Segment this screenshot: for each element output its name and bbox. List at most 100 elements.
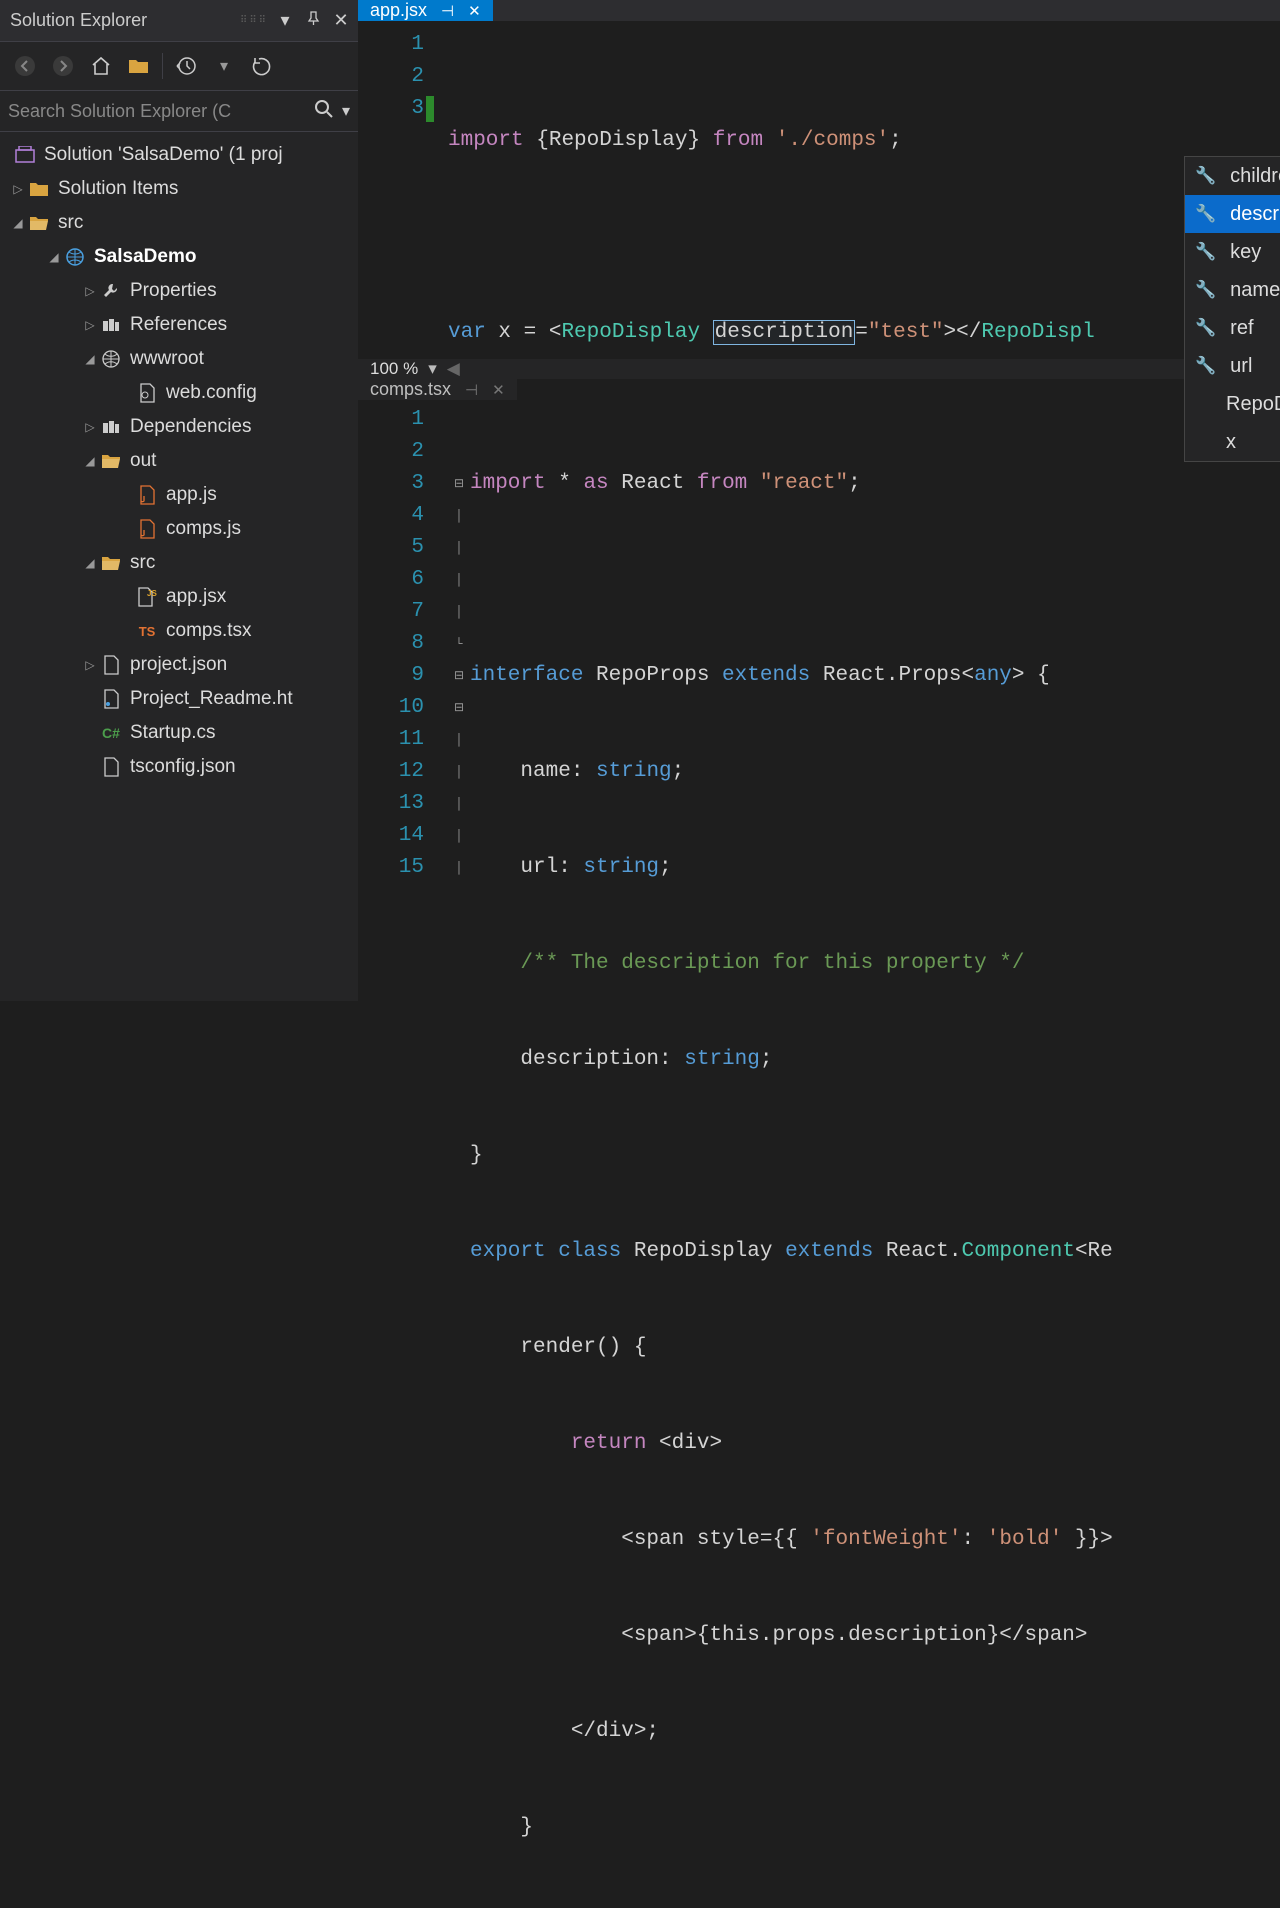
folder-icon <box>26 181 52 197</box>
collapse-arrow-icon[interactable]: ◢ <box>82 454 98 468</box>
csharp-file-icon: C# <box>98 725 124 741</box>
js-file-icon <box>134 485 160 505</box>
tree-item-src-folder[interactable]: ◢ src <box>0 546 358 580</box>
property-icon: 🔧 <box>1195 204 1216 224</box>
editor-appjsx[interactable]: 1 2 3 import {RepoDisplay} from './comps… <box>358 21 1280 359</box>
intellisense-item[interactable]: 🔧children <box>1185 157 1280 195</box>
tree-item-projectjson[interactable]: ▷ project.json <box>0 648 358 682</box>
tree-item-dependencies[interactable]: ▷ Dependencies <box>0 410 358 444</box>
editor-area: app.jsx ⊣ ✕ 1 2 3 import {RepoDisplay} f… <box>358 0 1280 1001</box>
tab-appjsx[interactable]: app.jsx ⊣ ✕ <box>358 0 493 21</box>
tree-item-src[interactable]: ◢ src <box>0 206 358 240</box>
jsx-file-icon: JS <box>134 587 160 607</box>
code-body[interactable]: import {RepoDisplay} from './comps'; var… <box>448 29 1280 359</box>
tree-item-appjs[interactable]: app.js <box>0 478 358 512</box>
tree-item-compsjs[interactable]: comps.js <box>0 512 358 546</box>
solution-root[interactable]: Solution 'SalsaDemo' (1 proj <box>0 138 358 172</box>
intellisense-popup: 🔧children 🔧description 🔧key 🔧name 🔧ref 🔧… <box>1184 156 1280 462</box>
history-icon[interactable] <box>171 51 201 81</box>
intellisense-item[interactable]: 🔧ref <box>1185 309 1280 347</box>
tree-item-webconfig[interactable]: web.config <box>0 376 358 410</box>
property-icon: 🔧 <box>1195 280 1216 300</box>
intellisense-item[interactable]: 🔧url <box>1185 347 1280 385</box>
code-body[interactable]: import * as React from "react"; interfac… <box>470 404 1280 1908</box>
solution-icon <box>12 146 38 164</box>
change-marker <box>426 96 434 122</box>
references-icon <box>98 419 124 435</box>
search-box: ▾ <box>0 90 358 132</box>
fold-minus-icon[interactable]: ⊟ <box>448 468 470 500</box>
caret-down-icon[interactable]: ▾ <box>209 51 239 81</box>
collapse-arrow-icon[interactable]: ◢ <box>46 250 62 264</box>
expand-arrow-icon[interactable]: ▷ <box>82 318 98 332</box>
tab-label: app.jsx <box>370 0 427 21</box>
search-dropdown-icon[interactable]: ▾ <box>342 101 350 121</box>
globe-icon <box>98 350 124 368</box>
zoom-level[interactable]: 100 % <box>370 359 418 379</box>
forward-button[interactable] <box>48 51 78 81</box>
editor-compstsx[interactable]: 1 2 3 4 5 6 7 8 9 10 11 12 13 14 15 ⊟ ││… <box>358 400 1280 1908</box>
pin-icon[interactable] <box>302 10 324 31</box>
property-icon: 🔧 <box>1195 242 1216 262</box>
json-file-icon <box>98 655 124 675</box>
collapse-arrow-icon[interactable]: ◢ <box>82 352 98 366</box>
tree-item-appjsx[interactable]: JS app.jsx <box>0 580 358 614</box>
tree-item-wwwroot[interactable]: ◢ wwwroot <box>0 342 358 376</box>
intellisense-item[interactable]: 🔧key <box>1185 233 1280 271</box>
config-file-icon <box>134 383 160 403</box>
solution-explorer-panel: Solution Explorer ⠿⠿⠿ ▾ ✕ ▾ ▾ Solution '… <box>0 0 358 1001</box>
zoom-dropdown-icon[interactable]: ▾ <box>428 359 437 379</box>
fold-minus-icon[interactable]: ⊟ <box>448 692 470 724</box>
solution-explorer-header: Solution Explorer ⠿⠿⠿ ▾ ✕ <box>0 0 358 42</box>
close-icon[interactable]: ✕ <box>468 2 481 20</box>
tree-item-readme[interactable]: Project_Readme.ht <box>0 682 358 716</box>
intellisense-item[interactable]: RepoDisplay <box>1185 385 1280 423</box>
search-icon[interactable] <box>314 99 334 124</box>
property-icon: 🔧 <box>1195 356 1216 376</box>
separator <box>162 53 163 79</box>
tree-item-out[interactable]: ◢ out <box>0 444 358 478</box>
line-gutter: 1 2 3 <box>358 29 448 359</box>
collapse-arrow-icon[interactable]: ◢ <box>82 556 98 570</box>
home-icon[interactable] <box>86 51 116 81</box>
fold-gutter: ⊟ ││││└ ⊟ ⊟ │││││ <box>448 404 470 1908</box>
line-number: 1 <box>358 29 424 61</box>
intellisense-item-selected[interactable]: 🔧description <box>1185 195 1280 233</box>
folder-open-icon[interactable] <box>124 51 154 81</box>
intellisense-item[interactable]: 🔧name <box>1185 271 1280 309</box>
tab-label: comps.tsx <box>370 379 451 400</box>
intellisense-item[interactable]: x <box>1185 423 1280 461</box>
property-icon: 🔧 <box>1195 166 1216 186</box>
solution-tree: Solution 'SalsaDemo' (1 proj ▷ Solution … <box>0 132 358 1001</box>
close-icon[interactable]: ✕ <box>330 10 352 31</box>
refresh-icon[interactable] <box>247 51 277 81</box>
wrench-icon <box>98 282 124 300</box>
property-icon: 🔧 <box>1195 318 1216 338</box>
line-number: 3 <box>358 93 424 125</box>
collapse-arrow-icon[interactable]: ◢ <box>10 216 26 230</box>
tree-item-startup[interactable]: C# Startup.cs <box>0 716 358 750</box>
tree-item-references[interactable]: ▷ References <box>0 308 358 342</box>
tree-item-solution-items[interactable]: ▷ Solution Items <box>0 172 358 206</box>
folder-open-icon <box>98 555 124 571</box>
svg-text:JS: JS <box>147 589 157 598</box>
expand-arrow-icon[interactable]: ▷ <box>82 420 98 434</box>
folder-open-icon <box>26 215 52 231</box>
fold-minus-icon[interactable]: ⊟ <box>448 660 470 692</box>
tree-item-compstsx[interactable]: TS comps.tsx <box>0 614 358 648</box>
expand-arrow-icon[interactable]: ▷ <box>82 284 98 298</box>
search-input[interactable] <box>8 101 306 122</box>
pin-icon[interactable]: ⊣ <box>441 2 454 20</box>
expand-arrow-icon[interactable]: ▷ <box>10 182 26 196</box>
html-file-icon <box>98 689 124 709</box>
dropdown-caret-icon[interactable]: ▾ <box>274 10 296 31</box>
references-icon <box>98 317 124 333</box>
drag-dots-icon: ⠿⠿⠿ <box>240 15 268 26</box>
expand-arrow-icon[interactable]: ▷ <box>82 658 98 672</box>
tree-item-properties[interactable]: ▷ Properties <box>0 274 358 308</box>
back-button[interactable] <box>10 51 40 81</box>
tree-item-salsademo[interactable]: ◢ SalsaDemo <box>0 240 358 274</box>
tree-item-tsconfig[interactable]: tsconfig.json <box>0 750 358 784</box>
web-project-icon <box>62 247 88 267</box>
line-number: 2 <box>358 61 424 93</box>
